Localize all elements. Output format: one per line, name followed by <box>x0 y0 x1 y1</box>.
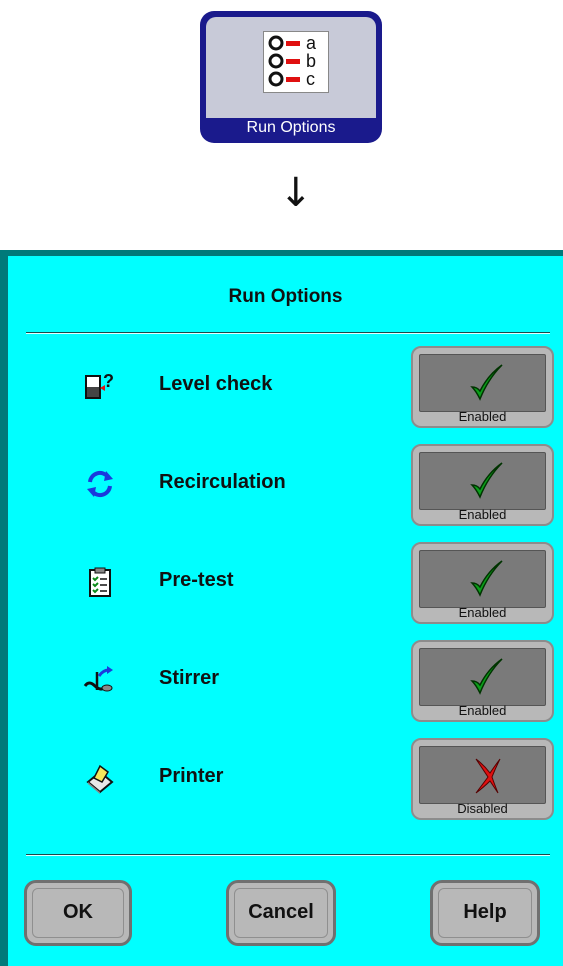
launcher-label: Run Options <box>246 119 336 136</box>
clipboard-icon <box>89 567 111 597</box>
icon-letter-b: b <box>306 51 316 71</box>
run-options-dialog: Run Options ? Level check Enabled Recirc… <box>0 250 563 966</box>
stirrer-icon <box>83 666 113 692</box>
run-options-launcher[interactable]: a b c Run Options <box>200 11 382 143</box>
toggle-state: Enabled <box>458 409 507 424</box>
printer-icon <box>86 764 114 794</box>
toggle-face <box>419 354 546 412</box>
pre-test-toggle[interactable]: Enabled <box>411 542 554 624</box>
icon-letter-c: c <box>306 69 315 89</box>
recirculation-icon <box>87 470 113 498</box>
check-icon <box>470 658 503 695</box>
top-divider <box>26 332 550 334</box>
option-label: Level check <box>159 373 273 395</box>
option-label: Printer <box>159 765 224 787</box>
cancel-button[interactable]: Cancel <box>226 880 336 946</box>
level-check-icon: ? <box>85 371 114 399</box>
toggle-face <box>419 648 546 706</box>
recirculation-toggle[interactable]: Enabled <box>411 444 554 526</box>
toggle-state: Enabled <box>458 605 507 620</box>
printer-toggle[interactable]: Disabled <box>411 738 554 820</box>
option-row-printer: Printer Disabled <box>8 738 563 820</box>
level-check-toggle[interactable]: Enabled <box>411 346 554 428</box>
stirrer-toggle[interactable]: Enabled <box>411 640 554 722</box>
launcher-face: a b c <box>206 17 376 118</box>
svg-text:?: ? <box>103 371 114 391</box>
dialog-title: Run Options <box>228 286 343 307</box>
check-icon <box>470 364 503 401</box>
options-list-icon: a b c <box>263 31 329 93</box>
icon-letter-a: a <box>306 33 317 53</box>
check-icon <box>470 462 503 499</box>
option-row-recirculation: Recirculation Enabled <box>8 444 563 526</box>
option-label: Stirrer <box>159 667 220 689</box>
ok-button[interactable]: OK <box>24 880 132 946</box>
bottom-divider <box>26 854 550 856</box>
option-row-pre-test: Pre-test Enabled <box>8 542 563 624</box>
toggle-face <box>419 550 546 608</box>
check-icon <box>470 560 503 597</box>
option-label: Recirculation <box>159 471 286 493</box>
help-button[interactable]: Help <box>430 880 540 946</box>
toggle-state: Enabled <box>458 507 507 522</box>
option-row-stirrer: Stirrer Enabled <box>8 640 563 722</box>
toggle-face <box>419 452 546 510</box>
toggle-state: Enabled <box>458 703 507 718</box>
down-arrow-icon: ↓ <box>279 170 313 216</box>
toggle-state: Disabled <box>457 801 508 816</box>
option-row-level-check: ? Level check Enabled <box>8 346 563 428</box>
toggle-face <box>419 746 546 804</box>
cross-icon <box>475 758 501 794</box>
option-label: Pre-test <box>159 569 234 591</box>
